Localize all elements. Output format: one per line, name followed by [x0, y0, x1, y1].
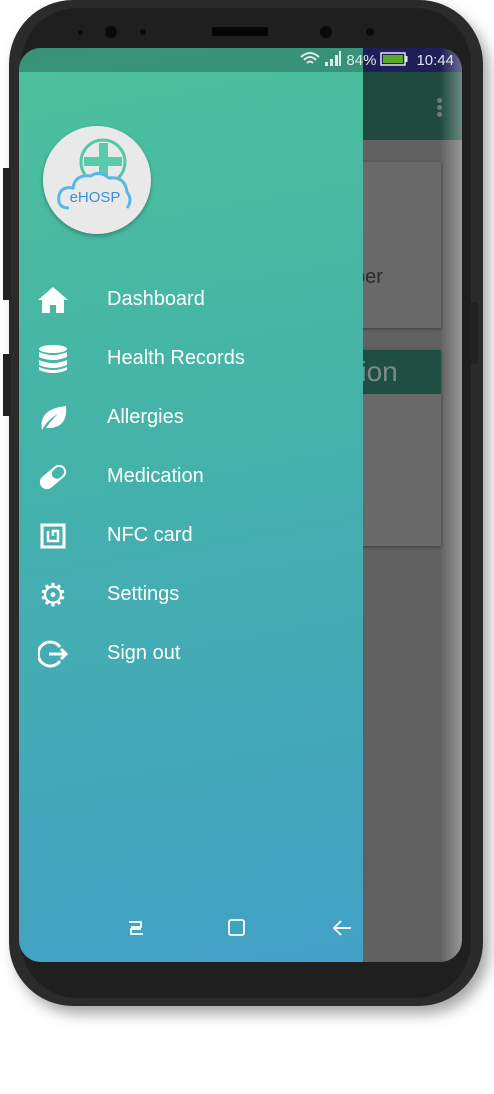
- status-icons: 84% 10:44: [300, 51, 454, 70]
- ehosp-logo: eHOSP: [43, 126, 151, 234]
- recents-icon[interactable]: [127, 918, 145, 943]
- menu-label: Health Records: [107, 347, 245, 369]
- screen: ber ation eHOSP Dashboard Health Records: [19, 48, 462, 962]
- bixby-button: [3, 354, 11, 416]
- menu-label: NFC card: [107, 524, 193, 546]
- menu-item-health-records[interactable]: Health Records: [19, 329, 363, 388]
- menu-item-settings[interactable]: ⚙ Settings: [19, 565, 363, 624]
- home-icon: [37, 284, 69, 316]
- menu-item-allergies[interactable]: Allergies: [19, 388, 363, 447]
- drawer-menu: Dashboard Health Records Allergies Medic…: [19, 270, 363, 683]
- menu-label: Sign out: [107, 642, 181, 664]
- nfc-icon: [37, 520, 69, 552]
- sensor-dot: [366, 28, 374, 36]
- earpiece-speaker: [212, 27, 268, 36]
- volume-button: [3, 168, 11, 300]
- front-camera: [105, 26, 117, 38]
- sensor-dot: [140, 29, 146, 35]
- power-button: [471, 302, 478, 364]
- wifi-icon: [300, 51, 321, 70]
- menu-label: Settings: [107, 583, 180, 605]
- menu-item-medication[interactable]: Medication: [19, 447, 363, 506]
- navigation-drawer: eHOSP Dashboard Health Records Allergies…: [19, 48, 363, 962]
- menu-item-sign-out[interactable]: Sign out: [19, 624, 363, 683]
- menu-label: Medication: [107, 465, 204, 487]
- leaf-icon: [37, 402, 69, 434]
- battery-icon: [380, 51, 408, 70]
- menu-label: Allergies: [107, 406, 184, 428]
- pill-icon: [37, 461, 69, 493]
- menu-item-nfc-card[interactable]: NFC card: [19, 506, 363, 565]
- system-nav-bar: [19, 900, 363, 962]
- clock: 10:44: [416, 52, 454, 69]
- battery-percent: 84%: [346, 52, 377, 69]
- menu-label: Dashboard: [107, 288, 205, 310]
- gear-icon: ⚙: [38, 576, 68, 613]
- signal-icon: [324, 51, 342, 70]
- database-icon: [37, 343, 69, 375]
- sign-out-icon: [37, 638, 69, 670]
- home-button-icon[interactable]: [227, 918, 247, 943]
- iris-camera: [320, 26, 332, 38]
- menu-item-dashboard[interactable]: Dashboard: [19, 270, 363, 329]
- back-icon[interactable]: [332, 918, 352, 943]
- sensor-dot: [78, 30, 83, 35]
- screen-edge-gloss: [440, 48, 462, 962]
- logo-text: eHOSP: [70, 189, 121, 206]
